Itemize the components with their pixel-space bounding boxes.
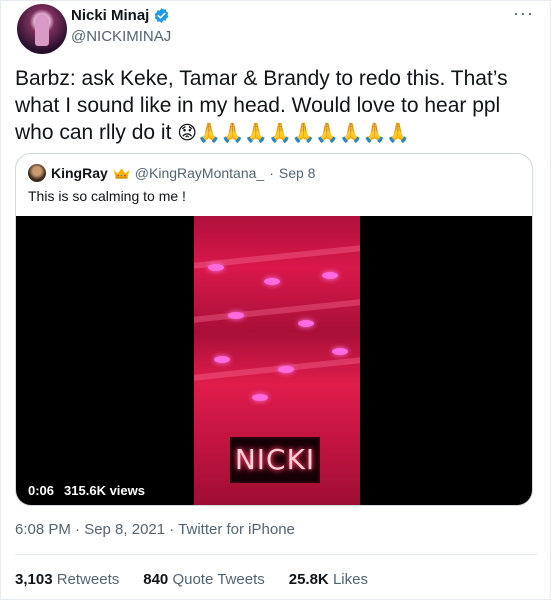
video-views: 315.6K views [64, 483, 145, 498]
quotes-count: 840 [143, 571, 169, 588]
crown-icon [113, 167, 129, 179]
quoted-author-handle[interactable]: @KingRayMontana_ [135, 165, 264, 181]
author-handle[interactable]: @NICKIMINAJ [71, 28, 171, 45]
quoted-tweet-header: KingRay @KingRayMontana_ · Sep 8 [28, 164, 315, 182]
retweets-stat[interactable]: 3,103 Retweets [15, 571, 119, 588]
quoted-tweet[interactable]: KingRay @KingRayMontana_ · Sep 8 This is… [15, 153, 533, 506]
ceiling-stripe [194, 299, 360, 323]
engagement-stats: 3,103 Retweets 840 Quote Tweets 25.8K Li… [15, 571, 368, 588]
likes-count: 25.8K [288, 571, 329, 588]
light-dot [264, 278, 280, 285]
light-dot [322, 272, 338, 279]
more-options-icon[interactable]: ··· [513, 3, 534, 24]
video-time: 0:06 [28, 483, 55, 498]
light-dot [208, 264, 224, 271]
author-display-name[interactable]: Nicki Minaj [71, 7, 149, 24]
tweet-emojis: 😟🙏🙏🙏🙏🙏🙏🙏🙏🙏 [177, 123, 410, 144]
author-avatar[interactable] [17, 4, 67, 54]
tweet-timestamp[interactable]: 6:08 PM · Sep 8, 2021 · Twitter for iPho… [15, 521, 295, 538]
quoted-author-name[interactable]: KingRay [51, 165, 108, 181]
quote-tweets-stat[interactable]: 840 Quote Tweets [143, 571, 264, 588]
tweet-text: Barbz: ask Keke, Tamar & Brandy to redo … [15, 65, 540, 147]
neon-sign: NICKI [230, 437, 320, 483]
retweets-count: 3,103 [15, 571, 53, 588]
avatar-figure [35, 14, 49, 46]
light-dot [298, 320, 314, 327]
verified-badge-icon [154, 8, 169, 23]
light-dot [252, 394, 268, 401]
light-dot [228, 312, 244, 319]
retweets-label: Retweets [56, 571, 120, 588]
quoted-tweet-text: This is so calming to me ! [28, 188, 186, 204]
light-dot [214, 356, 230, 363]
divider [15, 554, 538, 555]
likes-stat[interactable]: 25.8K Likes [289, 571, 368, 588]
quotes-label: Quote Tweets [172, 571, 265, 588]
light-dot [332, 348, 348, 355]
tweet-card: Nicki Minaj @NICKIMINAJ ··· Barbz: ask K… [0, 0, 551, 600]
likes-label: Likes [332, 571, 368, 588]
quoted-separator: · [269, 165, 274, 181]
video-stats: 0:06 315.6K views [22, 481, 151, 500]
video-player[interactable]: NICKI 0:06 315.6K views [16, 216, 532, 505]
quoted-author-avatar[interactable] [28, 164, 46, 182]
author-name-row: Nicki Minaj [71, 7, 170, 24]
neon-sign-text: NICKI [234, 443, 316, 476]
light-dot [278, 366, 294, 373]
video-frame: NICKI [194, 216, 360, 505]
quoted-date[interactable]: Sep 8 [279, 165, 316, 181]
